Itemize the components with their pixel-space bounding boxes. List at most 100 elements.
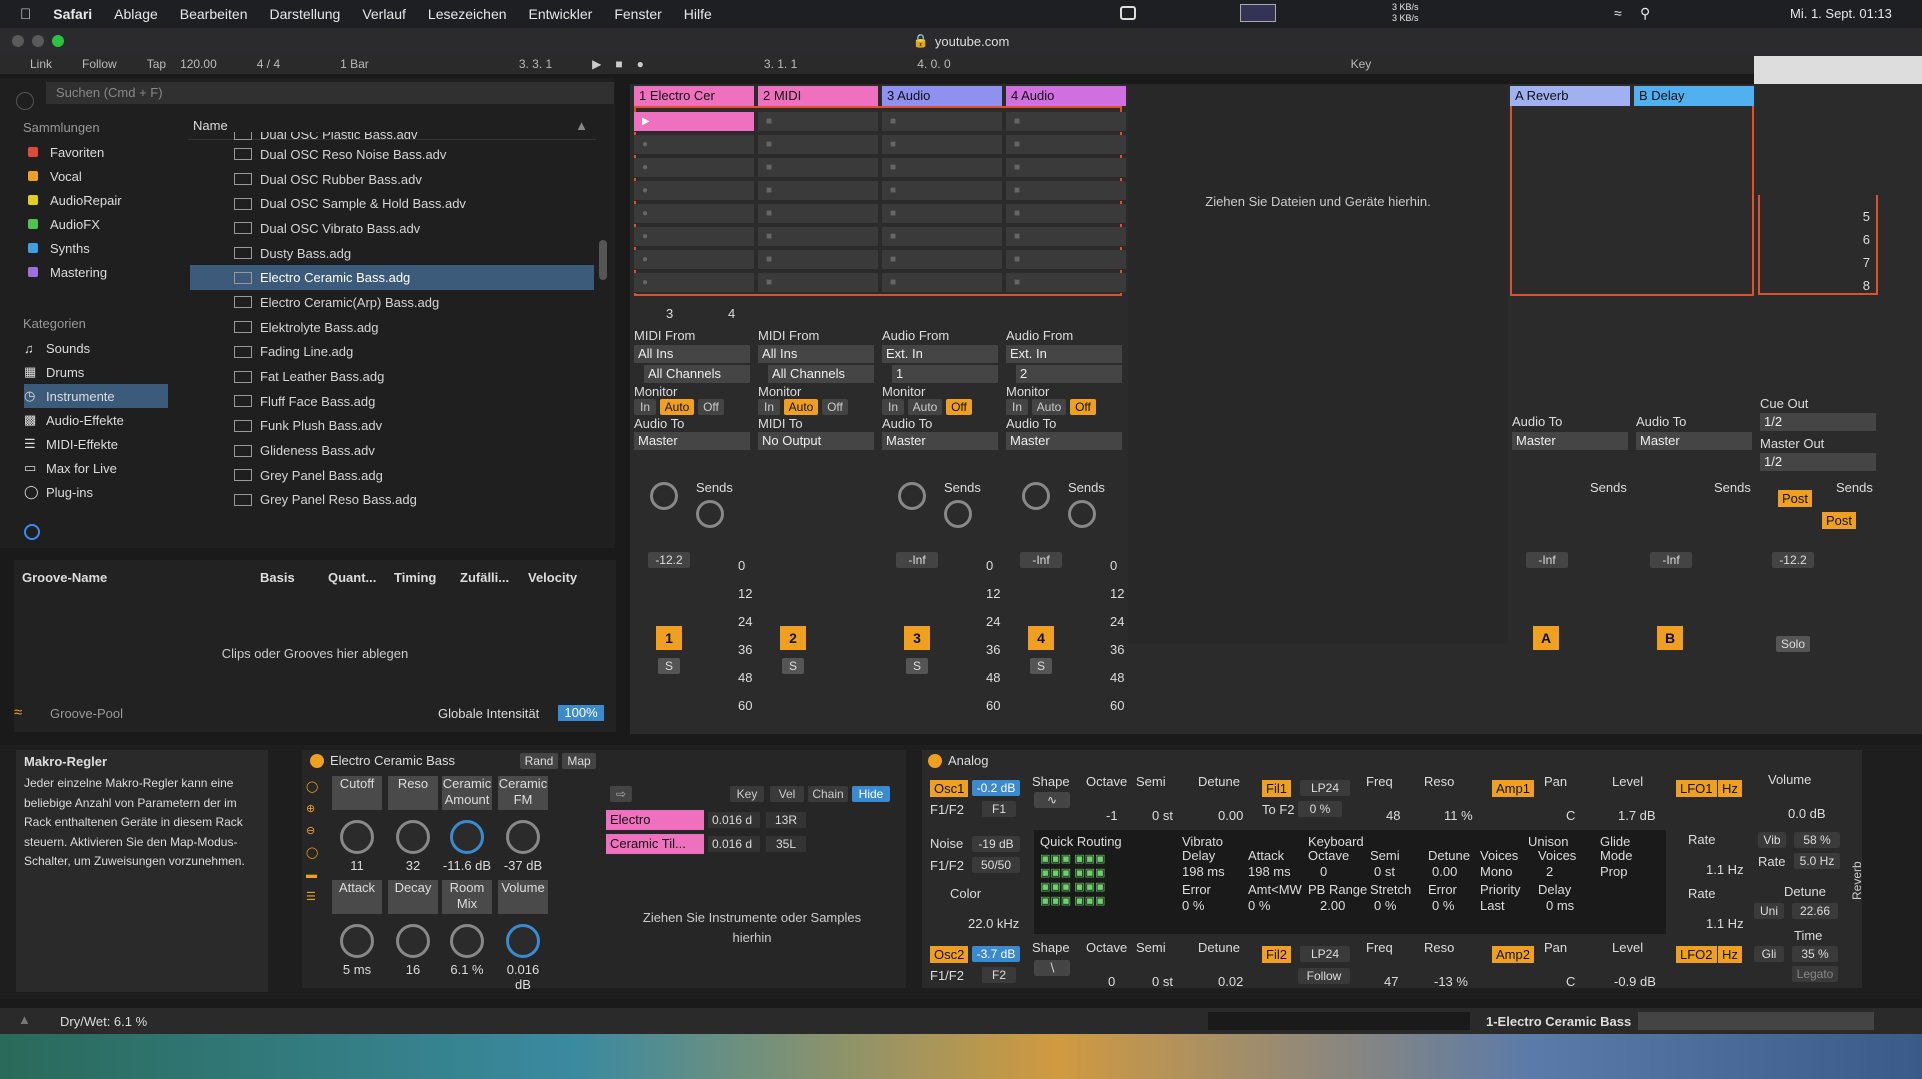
gli-toggle[interactable]: Gli <box>1754 946 1784 962</box>
track-3-output-select[interactable]: Master <box>882 432 998 450</box>
link-button[interactable]: Link <box>30 57 52 71</box>
macro-knob-3[interactable] <box>450 820 484 854</box>
track-4-volume[interactable]: -Inf <box>1020 552 1062 568</box>
launch-a[interactable]: 3 <box>666 306 673 321</box>
clip-stop-icon[interactable]: ■ <box>1014 139 1020 150</box>
quick-routing-icons[interactable]: ▣▣▣ ▣▣▣ ▣▣▣ ▣▣▣ ▣▣▣ ▣▣▣ ▣▣▣ ▣▣▣ <box>1040 852 1158 928</box>
clip-slot[interactable]: ■ <box>882 181 1002 201</box>
position-field[interactable]: 3. 3. 1 <box>519 57 552 71</box>
groove-col-velocity[interactable]: Velocity <box>528 570 577 585</box>
macro-label-3[interactable]: Ceramic Amount <box>442 776 492 810</box>
clip-slot[interactable]: ■ <box>1006 273 1126 293</box>
groove-col-quant[interactable]: Quant... <box>328 570 376 585</box>
browser-search-input[interactable]: Suchen (Cmd + F) <box>46 82 614 104</box>
stop-button[interactable]: ■ <box>615 57 622 71</box>
clip-stop-icon[interactable]: ● <box>642 162 648 173</box>
monitor-off-button[interactable]: Off <box>1070 399 1096 415</box>
track-3-volume[interactable]: -Inf <box>896 552 938 568</box>
fil2-type[interactable]: LP24 <box>1300 946 1350 962</box>
octave2-value[interactable]: 0 <box>1108 974 1115 989</box>
level1-value[interactable]: 1.7 dB <box>1618 808 1656 823</box>
clip-slot[interactable]: ■ <box>758 181 878 201</box>
loop-length-field[interactable]: 4. 0. 0 <box>917 57 950 71</box>
monitor-in-button[interactable]: In <box>882 399 904 415</box>
pan2-value[interactable]: C <box>1566 974 1575 989</box>
send-b-knob[interactable] <box>696 500 724 528</box>
clip-stop-icon[interactable]: ■ <box>890 116 896 127</box>
track-header-3[interactable]: 3 Audio <box>882 86 1002 106</box>
menu-ablage[interactable]: Ablage <box>114 6 158 22</box>
chain-key-button[interactable]: Key <box>730 786 764 802</box>
collection-audiorepair[interactable]: AudioRepair <box>28 188 178 212</box>
category-midi-effekte[interactable]: ☰ MIDI-Effekte <box>24 432 168 456</box>
clip-slot[interactable]: ■ <box>882 273 1002 293</box>
clip-slot[interactable]: ■ <box>758 250 878 270</box>
detune2-value[interactable]: 0.02 <box>1218 974 1243 989</box>
priority-value[interactable]: Last <box>1480 898 1505 913</box>
monitor-auto-button[interactable]: Auto <box>784 399 818 415</box>
name-column[interactable]: Name <box>188 118 228 133</box>
chain-chain-button[interactable]: Chain <box>808 786 848 802</box>
map-button[interactable]: Map <box>562 753 596 769</box>
play-button[interactable]: ▶ <box>592 57 601 71</box>
solo-button[interactable]: S <box>658 658 680 674</box>
clip-slot[interactable]: ▶ <box>634 112 754 132</box>
uni-detune-value[interactable]: 22.66 <box>1792 903 1838 919</box>
chain-ceramic-volume[interactable]: 0.016 d <box>708 836 760 852</box>
clip-stop-icon[interactable]: ● <box>642 254 648 265</box>
clip-stop-icon[interactable]: ■ <box>1014 277 1020 288</box>
category-plug-ins[interactable]: ◯ Plug-ins <box>24 480 168 504</box>
macro-knob-7[interactable] <box>450 924 484 958</box>
monitor-in-button[interactable]: In <box>1006 399 1028 415</box>
device-chain-overview[interactable] <box>1638 1012 1874 1030</box>
macro-label-4[interactable]: Ceramic FM <box>498 776 548 810</box>
color-value[interactable]: 22.0 kHz <box>968 916 1019 931</box>
rack-title[interactable]: Electro Ceramic Bass <box>330 753 455 768</box>
stretch-value[interactable]: 0 % <box>1374 898 1396 913</box>
file-item[interactable]: Fat Leather Bass.adg <box>190 364 594 389</box>
collapse-icon[interactable]: ▲ <box>18 1012 31 1027</box>
clock[interactable]: Mi. 1. Sept. 01:13 <box>1790 6 1892 21</box>
send-a-knob[interactable] <box>650 482 678 510</box>
return-a-volume[interactable]: -Inf <box>1526 552 1568 568</box>
macro-label-2[interactable]: Reso <box>388 776 438 810</box>
semi1-value[interactable]: 0 st <box>1152 808 1173 823</box>
clip-slot[interactable]: ■ <box>758 112 878 132</box>
return-a-output[interactable]: Master <box>1512 432 1628 450</box>
menu-app[interactable]: Safari <box>53 6 92 22</box>
collection-favoriten[interactable]: Favoriten <box>28 140 178 164</box>
track-2-channel-select[interactable]: All Channels <box>768 365 874 383</box>
clip-slot[interactable]: ■ <box>882 227 1002 247</box>
macro-value-5[interactable]: 5 ms <box>332 962 382 977</box>
clip-slot[interactable]: ■ <box>1006 158 1126 178</box>
chain-hide-button[interactable]: Hide <box>852 786 890 802</box>
solo-button[interactable]: Solo <box>1776 636 1810 652</box>
analog-title[interactable]: Analog <box>948 753 988 768</box>
file-item[interactable]: Glideness Bass.adv <box>190 438 594 463</box>
file-item[interactable]: Grey Panel Bass.adg <box>190 463 594 488</box>
monitor-auto-button[interactable]: Auto <box>660 399 694 415</box>
reverb-label[interactable]: Reverb <box>1850 861 1864 900</box>
file-item[interactable]: Fluff Face Bass.adg <box>190 389 594 414</box>
clip-stop-icon[interactable]: ■ <box>766 231 772 242</box>
octave1-value[interactable]: -1 <box>1106 808 1118 823</box>
clip-slot[interactable]: ● <box>634 250 754 270</box>
clip-slot[interactable]: ■ <box>1006 112 1126 132</box>
semi2-value[interactable]: 0 st <box>1152 974 1173 989</box>
clip-slot[interactable]: ■ <box>882 158 1002 178</box>
category-instrumente[interactable]: ◷ Instrumente <box>24 384 168 408</box>
rack-side-icons[interactable]: ◯ ⊕ ⊖ ◯ ▬ ☰ <box>306 776 318 908</box>
level2-value[interactable]: -0.9 dB <box>1614 974 1656 989</box>
clip-stop-icon[interactable]: ■ <box>890 254 896 265</box>
track-1-activator[interactable]: 1 <box>656 626 682 650</box>
clip-stop-icon[interactable]: ■ <box>890 162 896 173</box>
gli-value[interactable]: 35 % <box>1792 946 1838 962</box>
file-item[interactable]: Dusty Bass.adg <box>190 241 594 266</box>
file-item[interactable]: Dual OSC Sample & Hold Bass.adv <box>190 191 594 216</box>
clip-stop-icon[interactable]: ■ <box>766 139 772 150</box>
send-b-knob[interactable] <box>944 500 972 528</box>
clip-stop-icon[interactable]: ■ <box>890 277 896 288</box>
macro-label-5[interactable]: Attack <box>332 880 382 914</box>
osc2-filter-select[interactable]: F2 <box>982 967 1016 983</box>
clip-slot[interactable]: ● <box>634 273 754 293</box>
